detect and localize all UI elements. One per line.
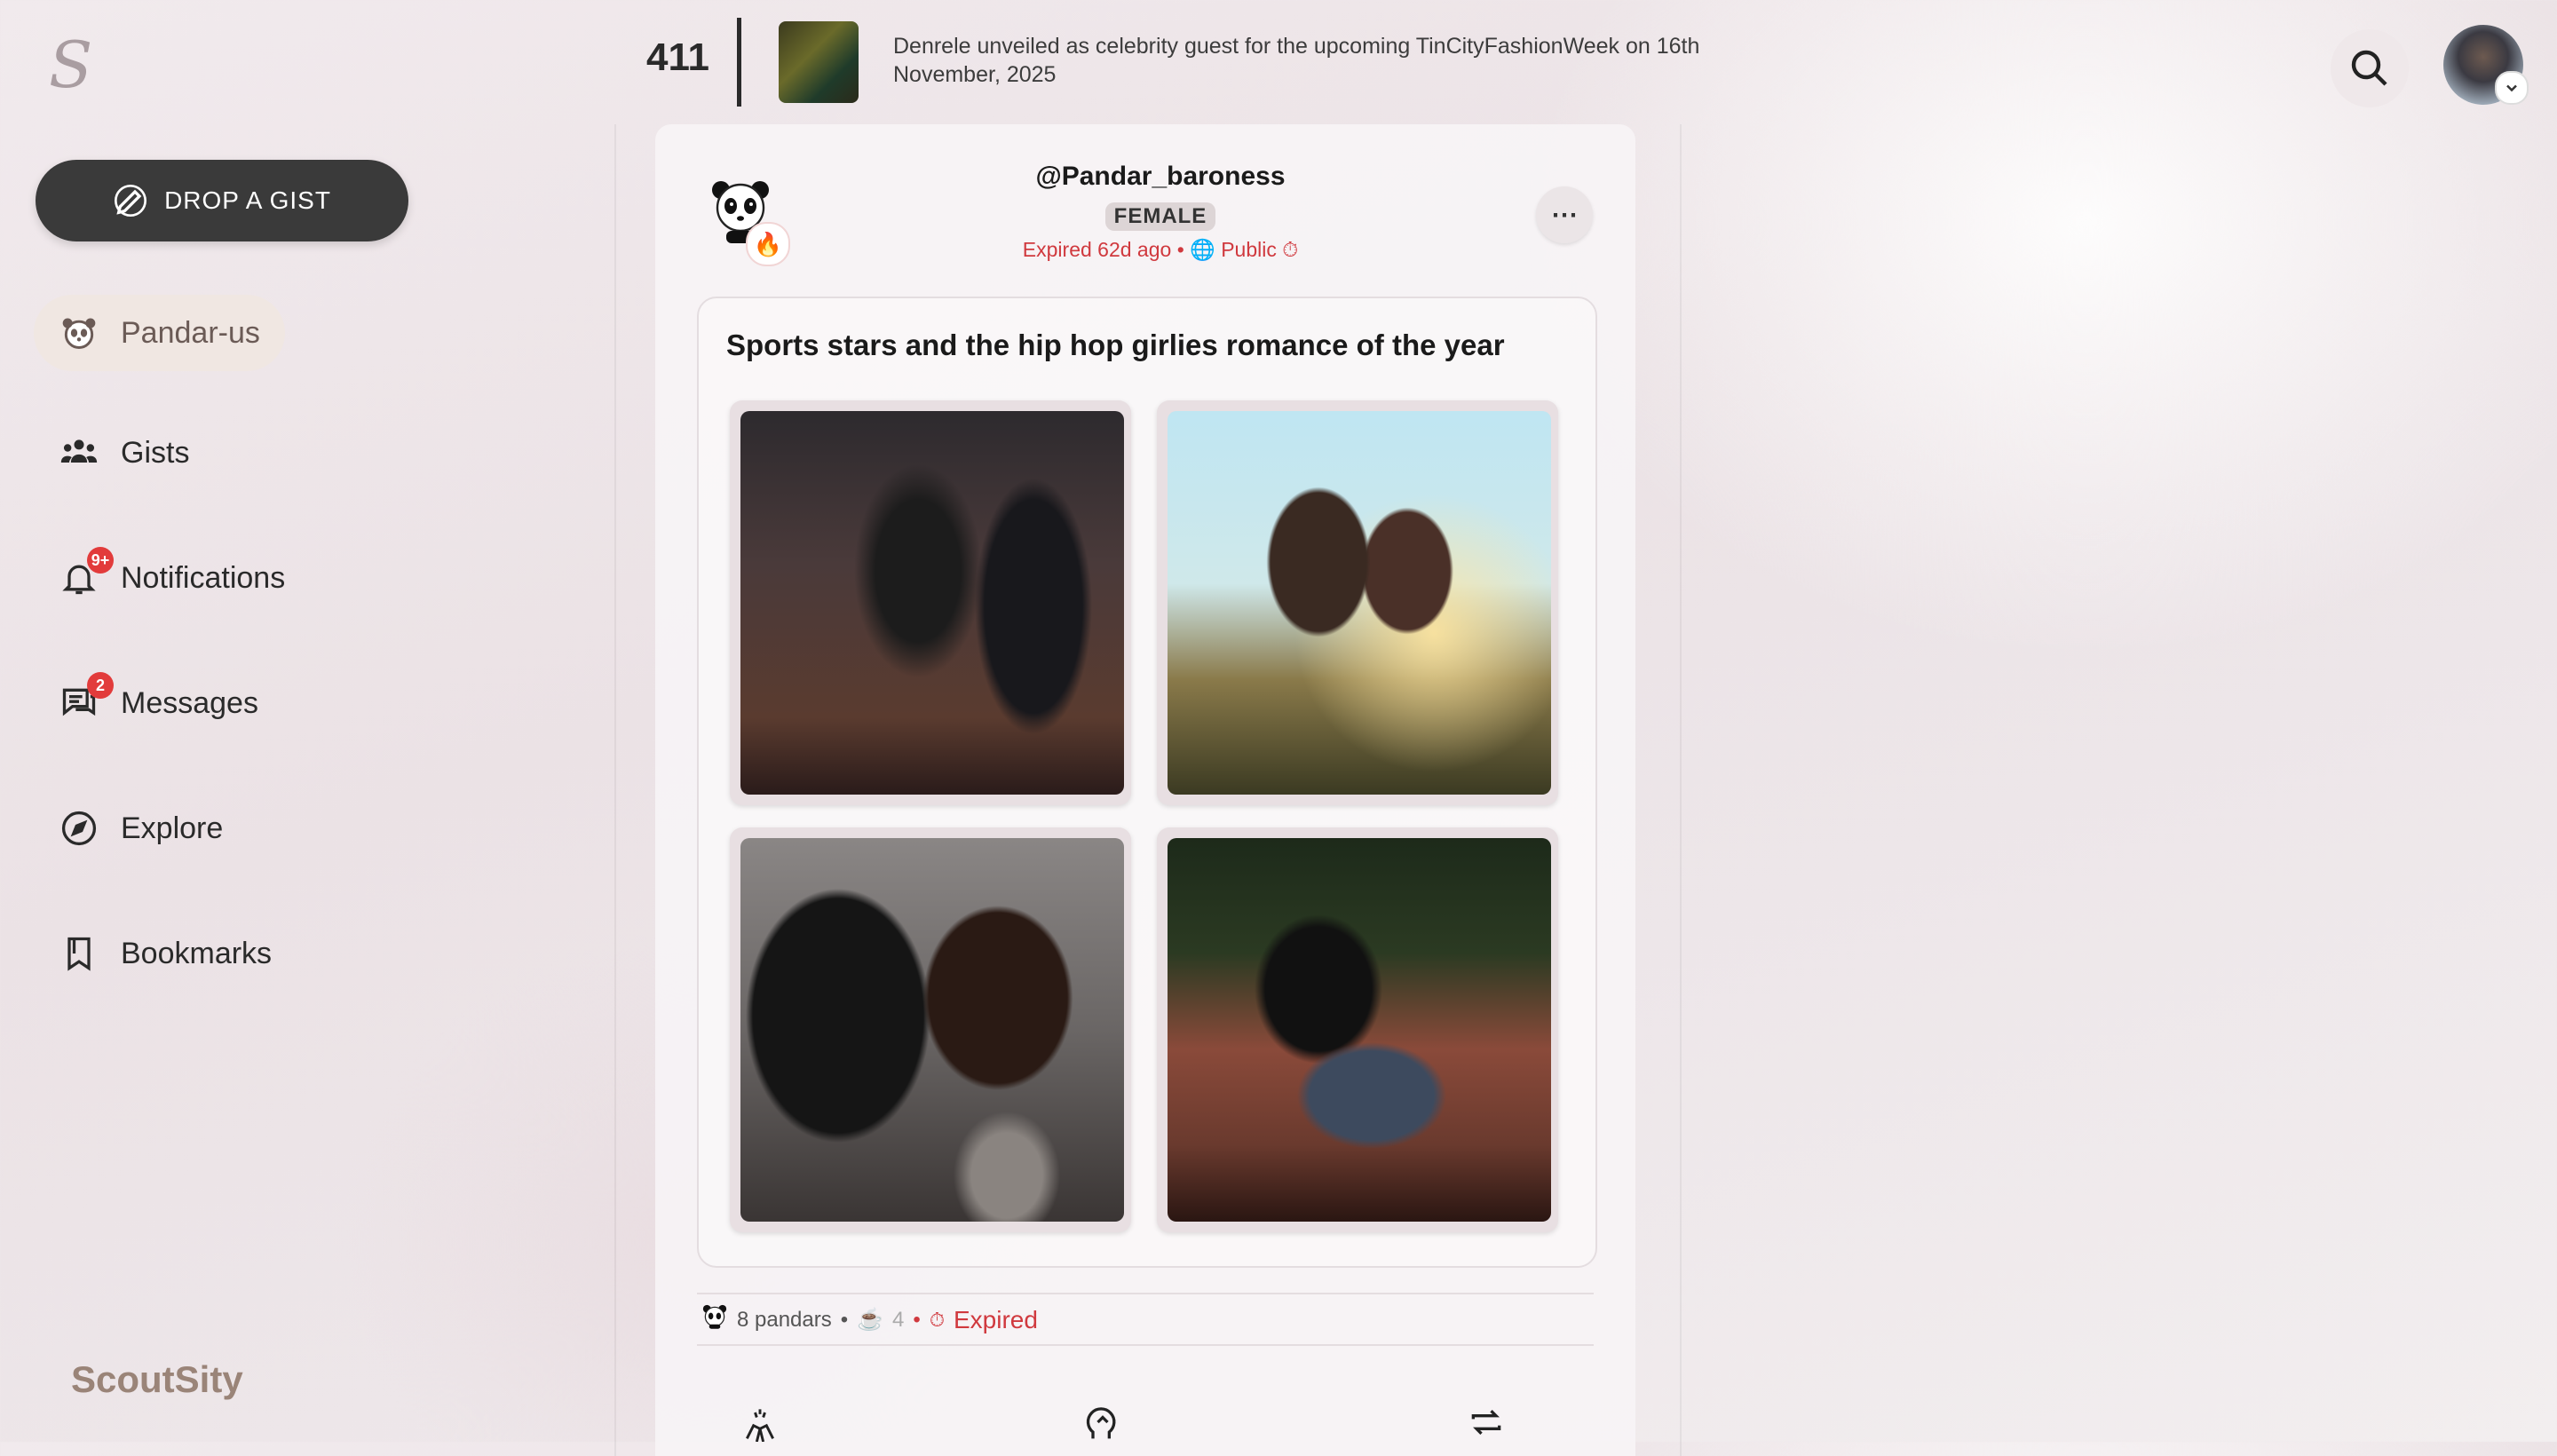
likes-count: 4 (892, 1307, 905, 1332)
post-photo-frame[interactable] (730, 400, 1131, 805)
thought-icon[interactable] (1081, 1403, 1124, 1442)
chat-icon: 2 (59, 672, 114, 724)
header-count: 411 (646, 36, 709, 79)
sidebar-item-gists[interactable]: Gists (34, 415, 214, 491)
post-photo-frame[interactable] (730, 827, 1131, 1232)
brand-name: ScoutSity (71, 1358, 243, 1400)
more-options-button[interactable]: ⋯ (1536, 186, 1593, 243)
expired-status: Expired (953, 1305, 1038, 1333)
bell-icon: 9+ (59, 547, 114, 598)
cup-icon: ☕ (857, 1308, 884, 1332)
sidebar-item-label: Bookmarks (121, 936, 273, 970)
stats-dot: • (840, 1307, 849, 1332)
expired-clock-icon: ⏱ (929, 1308, 945, 1331)
drop-a-gist-button[interactable]: DROP A GIST (36, 160, 408, 241)
stats-dot: • (913, 1307, 921, 1332)
cheers-icon[interactable] (739, 1403, 781, 1443)
sidebar-item-bookmarks[interactable]: Bookmarks (34, 915, 297, 992)
post-photo[interactable] (740, 411, 1124, 795)
sidebar-item-label: Messages (121, 685, 258, 720)
chevron-down-icon[interactable] (2495, 71, 2529, 105)
sidebar-item-pandar-us[interactable]: Pandar-us (34, 295, 285, 371)
stats-divider (697, 1293, 1594, 1294)
expired-time: Expired 62d ago (1022, 238, 1172, 261)
fire-icon: 🔥 (746, 222, 790, 266)
post-stats: 8 pandars • ☕ 4 • ⏱ Expired (701, 1303, 1038, 1336)
pencil-icon (115, 185, 147, 217)
group-icon (59, 432, 99, 473)
sidebar-item-label: Pandar-us (121, 315, 260, 350)
panda-small-icon (701, 1303, 728, 1336)
messages-badge: 2 (87, 672, 114, 699)
header-divider (737, 18, 741, 107)
panda-icon (59, 313, 99, 353)
post-meta: Expired 62d ago • 🌐 Public ⏱ (923, 238, 1397, 262)
repost-icon[interactable] (1465, 1403, 1508, 1442)
post-photo[interactable] (1168, 838, 1551, 1222)
post-username[interactable]: @Pandar_baroness (923, 162, 1397, 192)
pandars-count[interactable]: 8 pandars (737, 1308, 832, 1333)
search-icon (2351, 50, 2387, 86)
post-photo[interactable] (740, 838, 1124, 1222)
sidebar-item-messages[interactable]: 2 Messages (34, 665, 283, 741)
search-button[interactable] (2331, 29, 2409, 107)
news-headline[interactable]: Denrele unveiled as celebrity guest for … (893, 32, 1763, 89)
post-title: Sports stars and the hip hop girlies rom… (726, 328, 1505, 361)
sidebar-item-explore[interactable]: Explore (34, 790, 248, 866)
news-thumbnail[interactable] (779, 21, 859, 103)
sidebar-item-notifications[interactable]: 9+ Notifications (34, 540, 310, 616)
sidebar-item-label: Gists (121, 435, 190, 470)
gender-badge: FEMALE (1105, 202, 1215, 231)
post-photo-frame[interactable] (1157, 400, 1558, 805)
visibility-label: Public (1221, 238, 1277, 261)
post-photo-frame[interactable] (1157, 827, 1558, 1232)
expired-clock-icon: ⏱ (1282, 238, 1299, 261)
drop-a-gist-label: DROP A GIST (164, 186, 331, 214)
globe-icon: 🌐 (1190, 238, 1215, 261)
stats-divider (697, 1344, 1594, 1346)
notifications-badge: 9+ (87, 547, 114, 574)
meta-dot: • (1176, 238, 1191, 261)
app-logo[interactable]: S (49, 33, 102, 97)
compass-icon (59, 808, 99, 849)
ellipsis-icon: ⋯ (1551, 200, 1578, 230)
bookmark-icon (59, 933, 99, 974)
sidebar-item-label: Explore (121, 811, 224, 845)
post-photo[interactable] (1168, 411, 1551, 795)
sidebar-item-label: Notifications (121, 560, 286, 595)
